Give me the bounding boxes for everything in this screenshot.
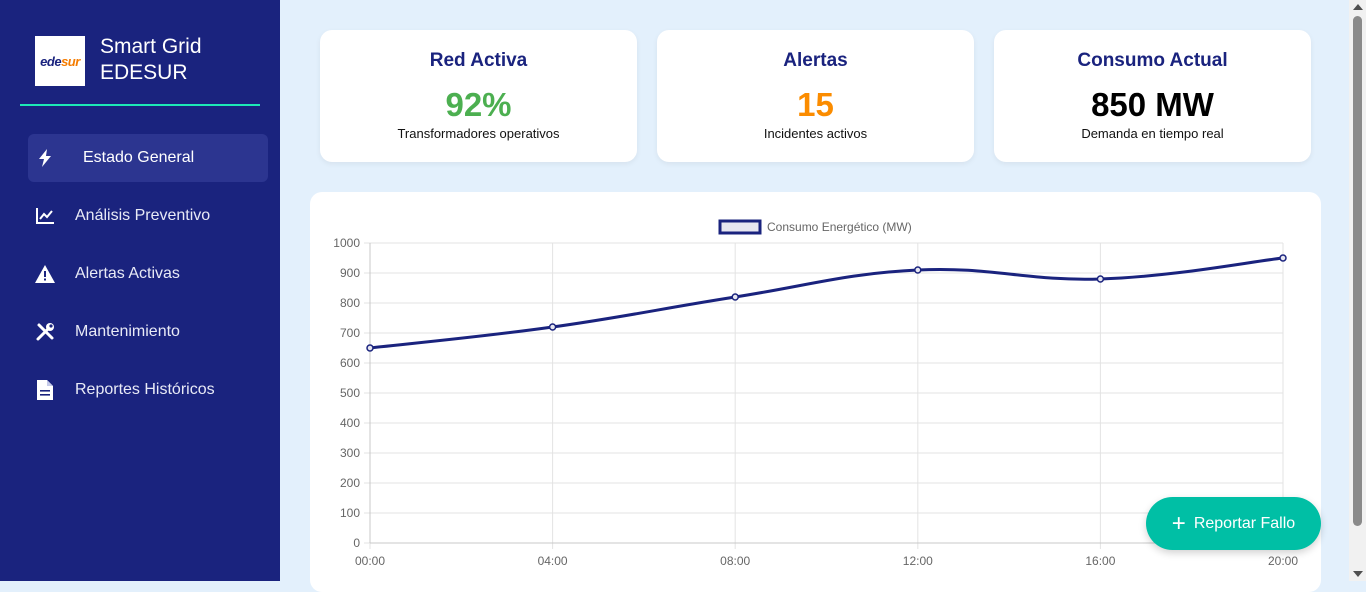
- x-tick-label: 00:00: [355, 554, 385, 568]
- data-point: [731, 293, 739, 301]
- sidebar-item-label: Análisis Preventivo: [75, 207, 211, 224]
- sidebar-item-label: Mantenimiento: [75, 323, 180, 340]
- legend-label: Consumo Energético (MW): [767, 220, 912, 234]
- card-subtitle: Demanda en tiempo real: [1081, 126, 1224, 141]
- card-title: Red Activa: [429, 50, 528, 71]
- sidebar-item-label: Reportes Históricos: [75, 381, 215, 398]
- sidebar-item-estado-general[interactable]: Estado General: [28, 134, 268, 182]
- chart-line-icon: [30, 207, 60, 225]
- scrollbar-thumb[interactable]: [1353, 16, 1362, 526]
- y-tick-label: 200: [340, 476, 360, 490]
- report-fault-button[interactable]: + Reportar Fallo: [1146, 497, 1321, 550]
- y-tick-label: 900: [340, 266, 360, 280]
- y-tick-label: 300: [340, 446, 360, 460]
- y-tick-label: 700: [340, 326, 360, 340]
- card-value: 15: [797, 86, 834, 123]
- x-tick-label: 20:00: [1268, 554, 1298, 568]
- sidebar-item-label: Alertas Activas: [75, 265, 180, 282]
- data-point: [914, 266, 922, 274]
- data-point: [548, 323, 557, 331]
- sidebar-item-mantenimiento[interactable]: Mantenimiento: [28, 308, 268, 356]
- sidebar-item-reportes-historicos[interactable]: Reportes Históricos: [28, 366, 268, 414]
- data-point: [366, 344, 374, 352]
- card-subtitle: Incidentes activos: [763, 126, 868, 141]
- warning-icon: [30, 265, 60, 283]
- y-tick-label: 800: [340, 296, 360, 310]
- x-tick-label: 12:00: [903, 554, 933, 568]
- sidebar: edesur Smart Grid EDESUR Estado General …: [0, 0, 280, 581]
- scrollbar[interactable]: [1349, 0, 1366, 581]
- x-tick-label: 08:00: [720, 554, 750, 568]
- sidebar-item-analisis-preventivo[interactable]: Análisis Preventivo: [28, 192, 268, 240]
- stat-card-alertas: Alertas 15 Incidentes activos: [657, 30, 974, 162]
- y-tick-label: 1000: [333, 236, 360, 250]
- scroll-up-arrow-icon[interactable]: [1353, 4, 1363, 10]
- card-value: 850 MW: [1091, 86, 1214, 123]
- y-tick-label: 100: [340, 506, 360, 520]
- brand-header: edesur Smart Grid EDESUR: [20, 30, 260, 106]
- report-fault-label: Reportar Fallo: [1193, 514, 1296, 532]
- tools-icon: [30, 322, 60, 342]
- brand-title: Smart Grid EDESUR: [100, 34, 202, 86]
- plus-icon: +: [1171, 509, 1186, 537]
- x-tick-label: 16:00: [1085, 554, 1115, 568]
- scroll-down-arrow-icon[interactable]: [1353, 571, 1363, 577]
- card-title: Alertas: [783, 50, 848, 71]
- y-tick-label: 600: [340, 356, 360, 370]
- card-subtitle: Transformadores operativos: [397, 126, 560, 141]
- y-tick-label: 400: [340, 416, 360, 430]
- file-icon: [30, 380, 60, 400]
- stat-card-consumo-actual: Consumo Actual 850 MW Demanda en tiempo …: [994, 30, 1311, 162]
- brand-title-line1: Smart Grid: [100, 35, 202, 58]
- edesur-logo: edesur: [35, 36, 85, 86]
- data-point: [1096, 275, 1105, 283]
- sidebar-item-label: Estado General: [83, 149, 195, 166]
- y-tick-label: 0: [353, 536, 360, 550]
- stat-card-red-activa: Red Activa 92% Transformadores operativo…: [320, 30, 637, 162]
- x-tick-label: 04:00: [538, 554, 568, 568]
- brand-title-line2: EDESUR: [100, 61, 188, 84]
- card-value: 92%: [445, 86, 512, 123]
- legend-swatch: [718, 219, 762, 235]
- card-title: Consumo Actual: [1077, 50, 1228, 71]
- y-tick-label: 500: [340, 386, 360, 400]
- sidebar-item-alertas-activas[interactable]: Alertas Activas: [28, 250, 268, 298]
- bolt-icon: [30, 149, 60, 167]
- data-point: [1279, 254, 1287, 262]
